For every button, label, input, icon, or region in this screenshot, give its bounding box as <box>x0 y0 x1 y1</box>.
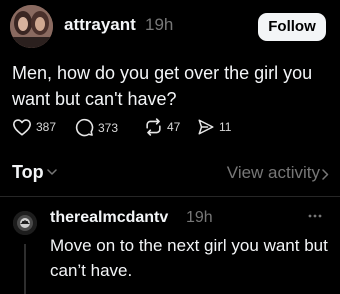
reply-timestamp: 19h <box>186 209 213 226</box>
post-username[interactable]: attrayant <box>64 15 136 35</box>
sort-dropdown[interactable]: Top <box>12 162 44 183</box>
comment-icon <box>75 118 94 137</box>
reply-username[interactable]: therealmcdantv <box>50 209 168 227</box>
send-icon <box>198 119 214 135</box>
like-count: 387 <box>36 120 57 134</box>
chevron-down-icon[interactable] <box>47 169 57 176</box>
reply-avatar[interactable] <box>13 211 37 235</box>
repost-icon <box>146 118 161 136</box>
more-options-icon[interactable] <box>308 214 322 218</box>
divider <box>0 196 340 197</box>
reply-count: 373 <box>98 120 119 135</box>
repost-button[interactable]: 47 <box>144 118 180 136</box>
post-timestamp: 19h <box>145 15 174 34</box>
share-button[interactable]: 11 <box>197 118 231 136</box>
avatar-photo <box>13 211 37 235</box>
avatar-photo <box>10 5 53 48</box>
view-activity-link[interactable]: View activity <box>227 163 320 183</box>
chevron-right-icon[interactable] <box>322 169 329 180</box>
like-button[interactable]: 387 <box>12 118 56 136</box>
reply-sort-bar: Top View activity <box>0 160 340 190</box>
heart-icon <box>13 119 31 136</box>
follow-button[interactable]: Follow <box>258 13 326 41</box>
reply-text: Move on to the next girl you want but ca… <box>50 236 328 280</box>
share-count: 11 <box>219 120 232 134</box>
avatar[interactable] <box>10 5 53 48</box>
post-text: Men, how do you get over the girl you wa… <box>12 63 313 109</box>
repost-count: 47 <box>167 120 181 134</box>
thread-line <box>24 244 26 294</box>
reply-button[interactable]: 373 <box>75 118 118 137</box>
